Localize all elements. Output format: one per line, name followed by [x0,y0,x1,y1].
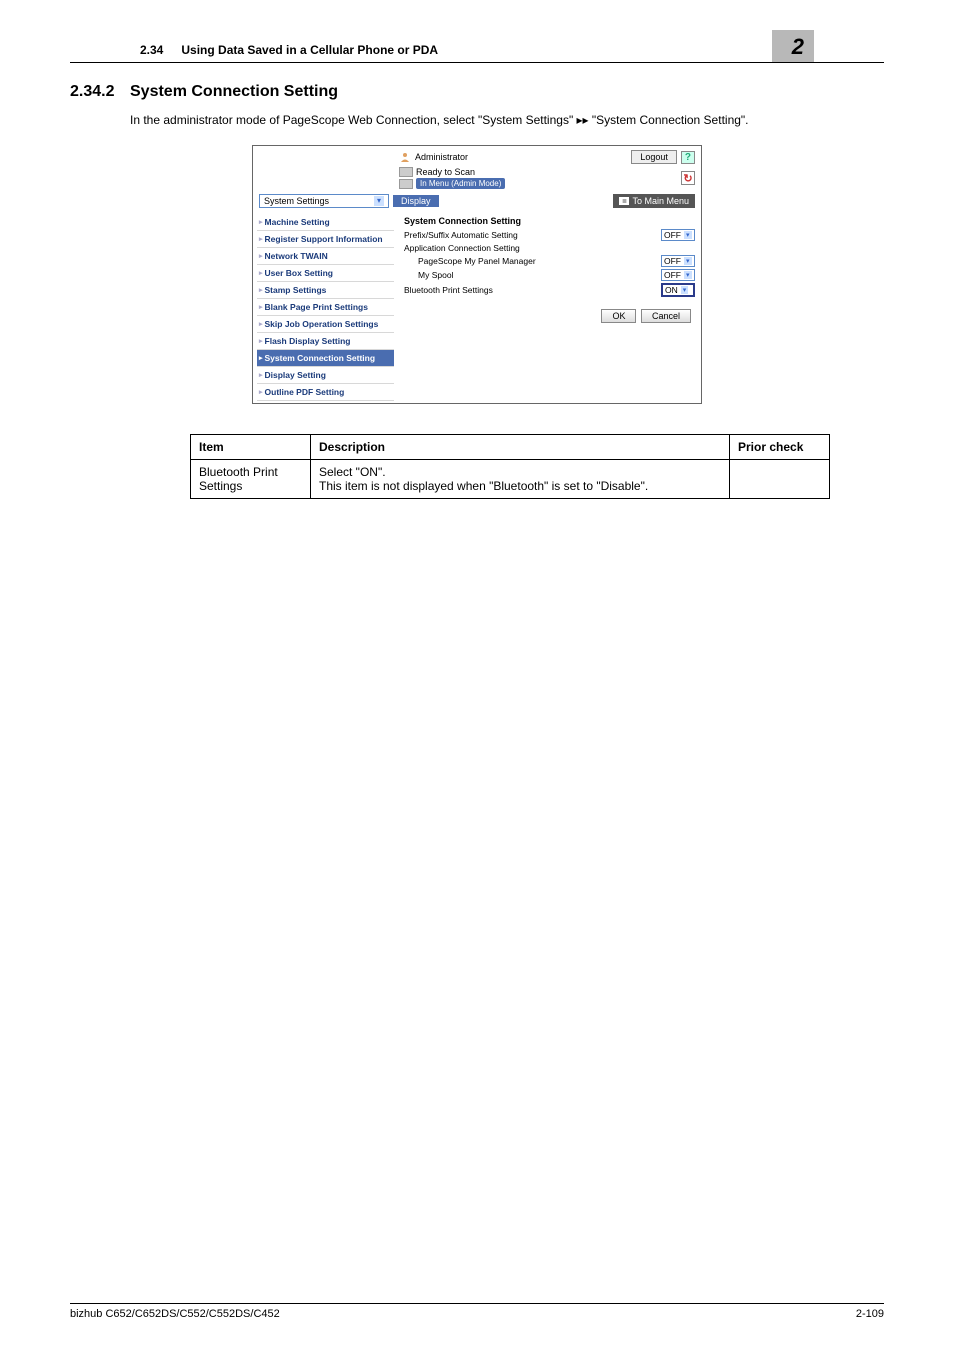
menu-status-icon [399,179,413,189]
table-header-description: Description [311,435,730,460]
cancel-button[interactable]: Cancel [641,309,691,323]
display-button[interactable]: Display [393,195,439,207]
sidebar-item-machine-setting[interactable]: ▸Machine Setting [257,214,394,231]
sidebar-item-network-twain[interactable]: ▸Network TWAIN [257,248,394,265]
sidebar-item-label: Skip Job Operation Settings [265,319,379,329]
status-ready: Ready to Scan [416,167,475,177]
category-select[interactable]: System Settings ▾ [259,194,389,208]
header-section-num: 2.34 [140,43,163,57]
chevron-down-icon: ▾ [374,196,384,206]
field-prefix-suffix-label: Prefix/Suffix Automatic Setting [404,230,661,240]
select-value: ON [665,285,678,295]
embedded-screenshot: Administrator Logout ? Ready to Scan In … [252,145,702,404]
sidebar-item-flash-display[interactable]: ▸Flash Display Setting [257,333,394,350]
sidebar-item-label: Display Setting [265,370,326,380]
table-cell-desc: Select "ON". This item is not displayed … [311,460,730,499]
sidebar-item-label: Network TWAIN [265,251,328,261]
sidebar: ▸Machine Setting ▸Register Support Infor… [253,212,398,403]
description-table: Item Description Prior check Bluetooth P… [190,434,830,499]
table-header-prior: Prior check [730,435,830,460]
sidebar-item-label: Machine Setting [265,217,330,227]
panel-title: System Connection Setting [404,216,695,226]
triangle-icon: ▸ [259,218,263,226]
sidebar-item-display-setting[interactable]: ▸Display Setting [257,367,394,384]
administrator-icon [399,152,411,162]
field-pagescope-select[interactable]: OFF▾ [661,255,695,267]
section-title: System Connection Setting [130,83,338,101]
chevron-down-icon: ▾ [684,231,692,239]
triangle-icon: ▸ [259,371,263,379]
sidebar-item-skip-job[interactable]: ▸Skip Job Operation Settings [257,316,394,333]
sidebar-item-label: System Connection Setting [265,353,376,363]
sidebar-item-system-connection[interactable]: ▸System Connection Setting [257,350,394,367]
chevron-down-icon: ▾ [681,286,689,294]
sidebar-item-outline-pdf[interactable]: ▸Outline PDF Setting [257,384,394,401]
status-menu-mode: In Menu (Admin Mode) [416,178,505,189]
table-cell-prior [730,460,830,499]
to-main-menu-button[interactable]: ≣ To Main Menu [613,194,695,208]
help-button[interactable]: ? [681,151,695,164]
table-cell-item: Bluetooth Print Settings [191,460,311,499]
footer-page-number: 2-109 [856,1308,884,1320]
field-myspool-select[interactable]: OFF▾ [661,269,695,281]
chevron-down-icon: ▾ [684,257,692,265]
logout-button[interactable]: Logout [631,150,677,164]
triangle-icon: ▸ [259,252,263,260]
printer-status-icon [399,167,413,177]
header-title: Using Data Saved in a Cellular Phone or … [181,43,771,57]
triangle-icon: ▸ [259,337,263,345]
sidebar-item-label: Outline PDF Setting [265,387,345,397]
sidebar-item-label: Flash Display Setting [265,336,351,346]
triangle-icon: ▸ [259,303,263,311]
field-prefix-suffix-select[interactable]: OFF▾ [661,229,695,241]
sidebar-item-label: Register Support Information [265,234,383,244]
refresh-button[interactable]: ↻ [681,171,695,185]
sidebar-item-blank-page[interactable]: ▸Blank Page Print Settings [257,299,394,316]
field-app-conn-label: Application Connection Setting [404,243,695,253]
triangle-icon: ▸ [259,269,263,277]
field-myspool-label: My Spool [404,270,661,280]
triangle-icon: ▸ [259,286,263,294]
sidebar-item-register-support[interactable]: ▸Register Support Information [257,231,394,248]
ok-button[interactable]: OK [601,309,636,323]
header-chapter: 2 [772,30,814,62]
field-bluetooth-label: Bluetooth Print Settings [404,285,661,295]
section-body: In the administrator mode of PageScope W… [130,111,884,129]
field-bluetooth-select[interactable]: ON▾ [661,283,695,297]
triangle-icon: ▸ [259,235,263,243]
sidebar-item-label: User Box Setting [265,268,334,278]
to-main-menu-label: To Main Menu [632,196,689,206]
triangle-icon: ▸ [259,320,263,328]
table-header-item: Item [191,435,311,460]
triangle-icon: ▸ [259,354,263,362]
sidebar-item-label: Stamp Settings [265,285,327,295]
table-row: Bluetooth Print Settings Select "ON". Th… [191,460,830,499]
footer-model: bizhub C652/C652DS/C552/C552DS/C452 [70,1308,280,1320]
sidebar-item-stamp[interactable]: ▸Stamp Settings [257,282,394,299]
administrator-label: Administrator [415,152,468,162]
section-number: 2.34.2 [70,83,130,101]
category-select-value: System Settings [264,196,329,206]
sidebar-item-label: Blank Page Print Settings [265,302,368,312]
chevron-down-icon: ▾ [684,271,692,279]
field-pagescope-label: PageScope My Panel Manager [404,256,661,266]
select-value: OFF [664,256,681,266]
triangle-icon: ▸ [259,388,263,396]
main-menu-icon: ≣ [619,197,629,205]
select-value: OFF [664,270,681,280]
select-value: OFF [664,230,681,240]
sidebar-item-user-box[interactable]: ▸User Box Setting [257,265,394,282]
